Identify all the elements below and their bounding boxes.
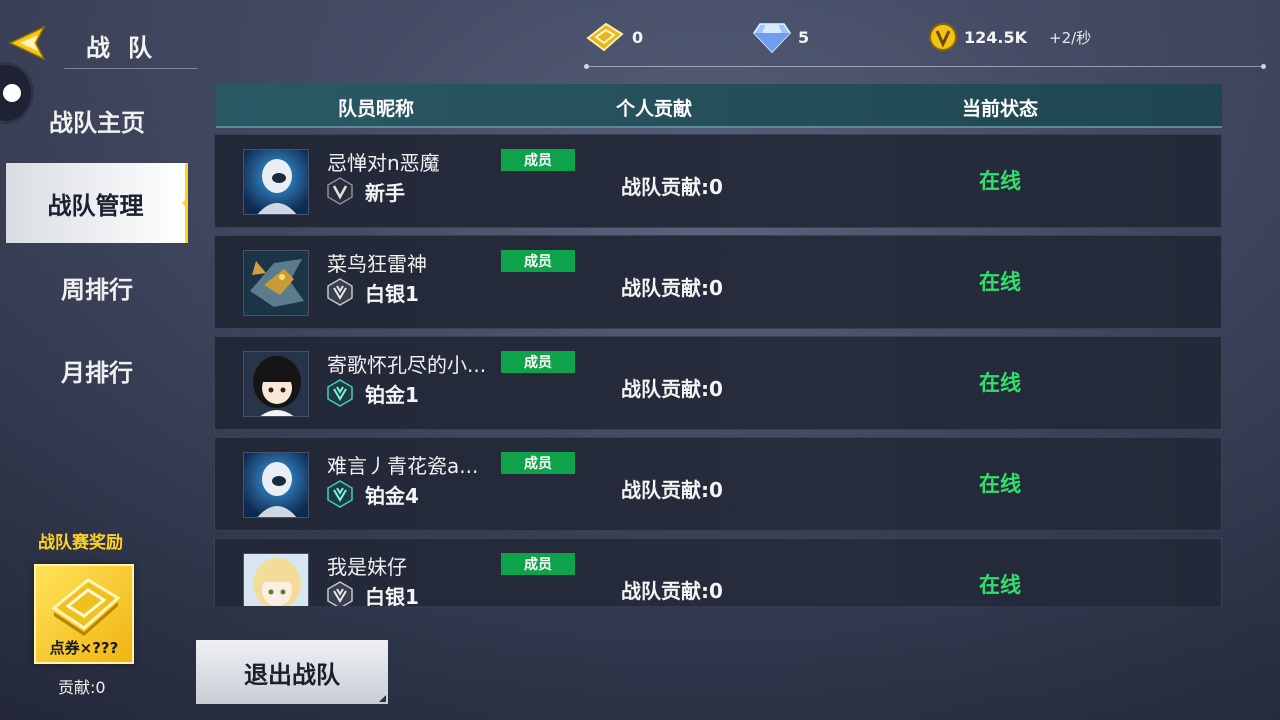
robot-avatar [243, 452, 309, 518]
coupon-icon [586, 22, 624, 52]
member-name: 我是妹仔 [327, 555, 407, 579]
resource-divider [584, 64, 1266, 69]
status-online: 在线 [979, 270, 1021, 294]
column-header-name: 队员昵称 [338, 98, 415, 120]
status-online: 在线 [979, 371, 1021, 395]
coupon-value: 0 [632, 27, 644, 47]
dragon-avatar [243, 250, 309, 316]
rank-novice-icon [327, 177, 353, 205]
table-row[interactable]: 忌惮对n恶魔 成员 新手 战队贡献:0 在线 [214, 134, 1222, 228]
coin-value: 124.5K [964, 27, 1028, 47]
blonde-girl-avatar [243, 553, 309, 606]
role-badge: 成员 [501, 553, 575, 575]
table-row[interactable]: 我是妹仔 成员 白银1 战队贡献:0 在线 [214, 538, 1222, 606]
rank-silver-icon [327, 581, 353, 606]
member-name: 寄歌怀孔尽的小... [327, 353, 487, 377]
rank-silver-icon [327, 278, 353, 306]
coin-counter: 124.5K +2/秒 [928, 20, 1091, 54]
rank-label: 白银1 [365, 282, 419, 306]
role-badge: 成员 [501, 250, 575, 272]
nav-weekly-rank[interactable]: 周排行 [6, 247, 188, 327]
table-row[interactable]: 难言丿青花瓷a... 成员 铂金4 战队贡献:0 在线 [214, 437, 1222, 531]
member-contribution: 战队贡献:0 [621, 478, 723, 502]
role-badge: 成员 [501, 351, 575, 373]
role-badge: 成员 [501, 452, 575, 474]
rank-label: 铂金1 [365, 383, 419, 407]
rank-platinum-icon [327, 379, 353, 407]
member-contribution: 战队贡献:0 [621, 276, 723, 300]
diamond-counter: 5 [752, 20, 809, 54]
table-row[interactable]: 菜鸟狂雷神 成员 白银1 战队贡献:0 在线 [214, 235, 1222, 329]
diamond-value: 5 [798, 27, 810, 47]
member-contribution: 战队贡献:0 [621, 175, 723, 199]
reward-card[interactable]: 点券×??? [34, 564, 134, 664]
member-name: 难言丿青花瓷a... [327, 454, 479, 478]
rank-label: 铂金4 [365, 484, 419, 508]
table-row[interactable]: 寄歌怀孔尽的小... 成员 铂金1 战队贡献:0 在线 [214, 336, 1222, 430]
title-divider [64, 68, 198, 69]
coupon-counter: 0 [584, 20, 643, 54]
nav-team-manage[interactable]: 战队管理 [6, 163, 188, 243]
role-badge: 成员 [501, 149, 575, 171]
back-arrow-icon [8, 25, 46, 61]
rank-label: 白银1 [365, 585, 419, 606]
nav-team-home[interactable]: 战队主页 [6, 80, 188, 160]
anime-girl-avatar [243, 351, 309, 417]
column-header-contribution: 个人贡献 [616, 98, 693, 120]
rank-platinum-icon [327, 480, 353, 508]
coin-icon [929, 23, 957, 51]
diamond-icon [753, 23, 791, 54]
reward-contribution: 贡献:0 [58, 678, 106, 697]
quit-team-button[interactable]: 退出战队 [196, 640, 388, 704]
reward-card-label: 点券×??? [49, 639, 119, 657]
column-header-status: 当前状态 [962, 98, 1039, 120]
status-online: 在线 [979, 169, 1021, 193]
member-contribution: 战队贡献:0 [621, 579, 723, 603]
rank-label: 新手 [365, 181, 405, 205]
page-title: 战队 [86, 34, 170, 62]
member-name: 菜鸟狂雷神 [327, 252, 427, 276]
back-button[interactable] [8, 24, 48, 62]
status-online: 在线 [979, 472, 1021, 496]
member-name: 忌惮对n恶魔 [327, 151, 440, 175]
status-online: 在线 [979, 573, 1021, 597]
robot-avatar [243, 149, 309, 215]
nav-monthly-rank[interactable]: 月排行 [6, 330, 188, 410]
coin-rate: +2/秒 [1049, 28, 1092, 47]
member-contribution: 战队贡献:0 [621, 377, 723, 401]
reward-title: 战队赛奖励 [38, 533, 123, 553]
coupon-icon [51, 578, 121, 636]
member-list[interactable]: 忌惮对n恶魔 成员 新手 战队贡献:0 在线 菜鸟狂雷神 成员 白银1 战队贡献… [214, 134, 1224, 606]
table-header: 队员昵称 个人贡献 当前状态 [216, 84, 1222, 128]
